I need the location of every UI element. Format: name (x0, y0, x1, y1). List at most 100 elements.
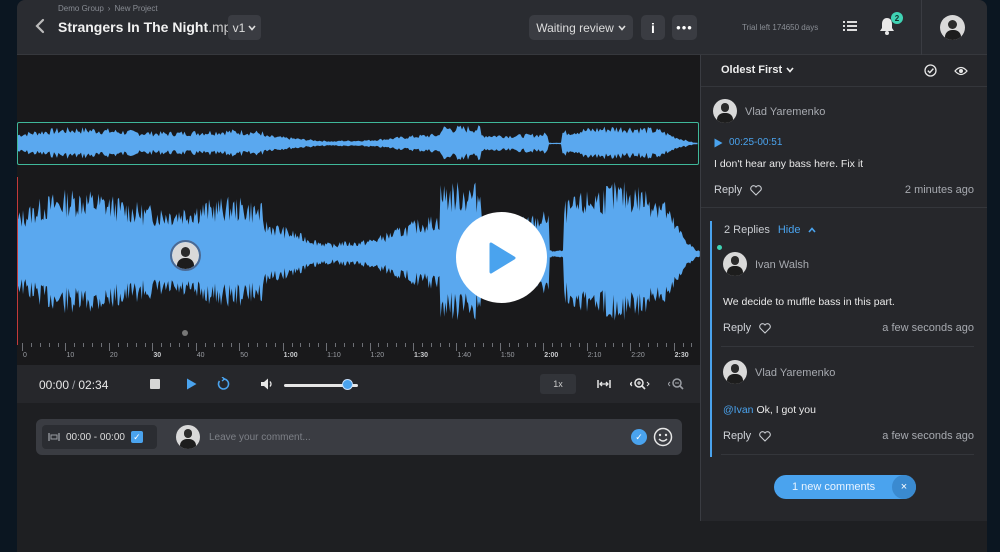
comment-input[interactable] (209, 428, 629, 446)
comment-time-range[interactable]: 00:00 - 00:00 ✓ (42, 425, 157, 449)
comment-time: a few seconds ago (882, 322, 974, 334)
comment-author: Vlad Yaremenko (755, 367, 836, 379)
check-circle-icon[interactable] (924, 64, 937, 77)
comment-text: @Ivan Ok, I got you (723, 404, 816, 416)
ruler-tick (499, 343, 501, 351)
ruler-tick (682, 343, 684, 347)
comment-marker-avatar[interactable] (170, 240, 201, 271)
ruler-tick (595, 343, 597, 347)
loop-icon[interactable] (216, 377, 230, 391)
ruler-tick (326, 343, 328, 351)
ruler-tick (378, 343, 380, 347)
fit-width-icon[interactable] (597, 377, 611, 391)
ruler-label: 2:20 (631, 352, 645, 359)
ruler-tick (561, 343, 563, 347)
back-button[interactable] (31, 16, 49, 36)
ruler-tick (465, 343, 467, 347)
ruler-tick (543, 343, 545, 351)
ruler-tick (613, 343, 615, 347)
mention-link[interactable]: @Ivan (723, 404, 754, 416)
new-comments-button[interactable]: 1 new comments × (774, 475, 916, 499)
divider (721, 454, 974, 455)
info-button[interactable]: i (641, 15, 665, 40)
waveform-overview[interactable] (17, 122, 699, 165)
hide-replies-button[interactable]: Hide (778, 224, 801, 236)
ruler-tick (204, 343, 206, 347)
info-icon: i (651, 19, 655, 36)
list-icon[interactable] (843, 20, 857, 32)
current-time: 00:00 (39, 378, 70, 392)
ruler-tick (300, 343, 302, 347)
ruler-tick (195, 343, 197, 351)
ruler-label: 0 (23, 352, 27, 359)
sort-select[interactable]: Oldest First (721, 64, 794, 76)
ruler-label: 1:10 (327, 352, 341, 359)
play-overlay-button[interactable] (456, 212, 547, 303)
ruler-tick (83, 343, 85, 347)
range-checkbox[interactable]: ✓ (130, 431, 143, 443)
ruler-tick (412, 343, 414, 351)
avatar (176, 425, 200, 449)
volume-icon[interactable] (260, 377, 274, 391)
reply-button[interactable]: Reply (723, 430, 771, 442)
ruler-tick (265, 343, 267, 347)
ruler-tick (387, 343, 389, 347)
breadcrumb-group[interactable]: Demo Group (58, 4, 104, 13)
ruler-tick (161, 343, 163, 347)
ruler-tick (231, 343, 233, 347)
player-controls: 00:00/02:34 1x (17, 365, 700, 403)
ruler-tick (691, 343, 693, 347)
divider (701, 86, 987, 87)
ruler-tick (517, 343, 519, 347)
playhead[interactable] (17, 177, 18, 345)
ruler-tick (369, 343, 371, 351)
reply-label: Reply (714, 184, 743, 196)
reply-label: Reply (723, 322, 752, 334)
submit-comment-button[interactable]: ✓ (631, 429, 647, 445)
volume-slider-handle[interactable] (341, 379, 353, 390)
ruler-tick (213, 343, 215, 347)
zoom-out-icon[interactable] (668, 377, 688, 391)
play-button[interactable] (184, 377, 198, 391)
zoom-in-icon[interactable] (630, 377, 650, 391)
ruler-tick (48, 343, 50, 347)
ruler-tick (57, 343, 59, 347)
user-avatar[interactable] (940, 15, 965, 40)
playback-speed-button[interactable]: 1x (540, 374, 576, 394)
heart-icon[interactable] (750, 184, 762, 196)
close-icon[interactable]: × (892, 475, 916, 499)
ruler-tick (309, 343, 311, 347)
reply-button[interactable]: Reply (723, 322, 771, 334)
chevron-left-icon (35, 18, 45, 34)
ruler-tick (152, 343, 154, 351)
ruler-tick (405, 343, 407, 347)
range-icon (48, 433, 60, 441)
eye-icon[interactable] (954, 65, 968, 77)
status-select[interactable]: Waiting review (529, 15, 633, 40)
ruler-label: 20 (109, 352, 118, 359)
more-options-button[interactable]: ••• (672, 15, 697, 40)
marker-dot (182, 330, 188, 336)
ruler-tick (22, 343, 23, 351)
reply-label: Reply (723, 430, 752, 442)
ruler-tick (318, 343, 320, 347)
heart-icon[interactable] (759, 430, 771, 442)
reply-button[interactable]: Reply (714, 184, 762, 196)
ruler-tick (352, 343, 354, 347)
version-select[interactable]: v1 (228, 15, 261, 40)
ruler-tick (648, 343, 649, 347)
stop-button[interactable] (150, 379, 160, 389)
ruler-tick (535, 343, 537, 347)
emoji-icon[interactable] (653, 427, 673, 447)
ruler-tick (508, 343, 510, 347)
breadcrumb-project[interactable]: New Project (114, 4, 157, 13)
ruler-tick (74, 343, 76, 347)
ruler-label: 2:30 (674, 352, 689, 359)
main-waveform[interactable] (17, 173, 700, 335)
ruler-label: 1:20 (370, 352, 385, 359)
replies-toggle[interactable]: 2 Replies Hide (724, 224, 817, 236)
ruler-tick (257, 343, 259, 347)
heart-icon[interactable] (759, 322, 771, 334)
sort-label: Oldest First (721, 64, 783, 76)
comment-time-range[interactable]: 00:25-00:51 (714, 137, 782, 148)
